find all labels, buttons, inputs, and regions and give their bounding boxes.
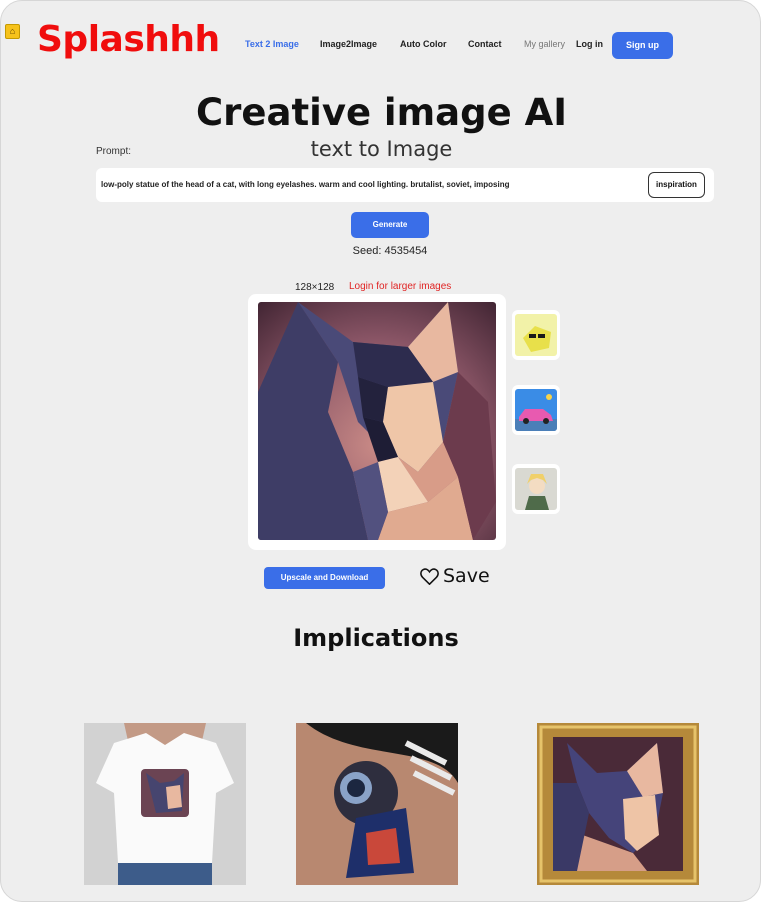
nav-image2image[interactable]: Image2Image	[320, 39, 377, 49]
nav-auto-color[interactable]: Auto Color	[400, 39, 447, 49]
logo[interactable]: Splashhh	[37, 19, 220, 60]
inspiration-button[interactable]: inspiration	[648, 172, 705, 198]
prompt-input-value: low-poly statue of the head of a cat, wi…	[101, 180, 510, 189]
generated-image[interactable]	[258, 302, 496, 540]
home-icon[interactable]: ⌂	[5, 24, 20, 39]
page-title: Creative image AI	[196, 91, 567, 134]
thumbnail-3[interactable]	[512, 464, 560, 514]
thumbnail-image	[515, 468, 557, 510]
image-size-label: 128×128	[295, 282, 335, 293]
seed-value: Seed: 4535454	[352, 245, 428, 257]
app-frame: ⌂ Splashhh Text 2 Image Image2Image Auto…	[0, 0, 761, 902]
nav-contact[interactable]: Contact	[468, 39, 502, 49]
nav-log-in[interactable]: Log in	[576, 39, 603, 49]
prompt-label: Prompt:	[96, 146, 132, 157]
tshirt-mockup	[84, 723, 246, 885]
thumbnail-image	[515, 314, 557, 356]
thumbnail-image	[515, 389, 557, 431]
save-label: Save	[443, 565, 490, 587]
upscale-download-button[interactable]: Upscale and Download	[264, 567, 385, 589]
tattoo-mockup	[296, 723, 458, 885]
nav-my-gallery[interactable]: My gallery	[524, 39, 565, 49]
implications-heading: Implications	[293, 624, 459, 652]
thumbnail-1[interactable]	[512, 310, 560, 360]
nav-text-2-image[interactable]: Text 2 Image	[245, 39, 299, 49]
save-button[interactable]: Save	[420, 564, 490, 588]
heart-icon	[420, 567, 439, 585]
thumbnail-2[interactable]	[512, 385, 560, 435]
prompt-input[interactable]: low-poly statue of the head of a cat, wi…	[96, 168, 714, 202]
generated-image-card	[248, 294, 506, 550]
sign-up-button[interactable]: Sign up	[612, 32, 673, 59]
generate-button[interactable]: Generate	[351, 212, 429, 238]
framed-picture-mockup	[537, 723, 699, 885]
login-larger-images-link[interactable]: Login for larger images	[349, 281, 451, 292]
